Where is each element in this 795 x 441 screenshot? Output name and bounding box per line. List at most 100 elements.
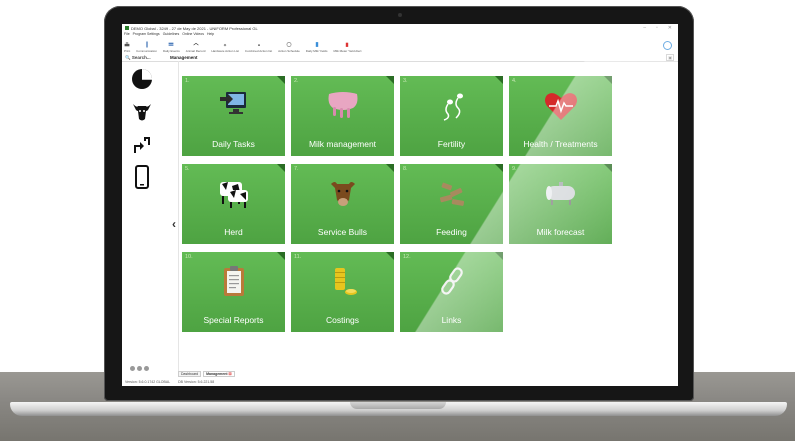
toolbar-label: Animal Record: [185, 49, 206, 53]
pin-icon[interactable]: ▣: [666, 54, 674, 61]
breadcrumb: Management: [170, 54, 198, 60]
tab-label: Management: [206, 372, 228, 376]
toolbar-label: Communication: [136, 49, 158, 53]
tile-label: Milk forecast: [536, 227, 585, 237]
tile-daily-tasks[interactable]: 1. Daily Tasks: [182, 76, 285, 156]
tile-label: Milk management: [308, 139, 377, 149]
tile-number: 4.: [512, 78, 517, 84]
shortcut-dot-icon[interactable]: [144, 366, 149, 371]
tile-fertility[interactable]: 3. Fertility: [400, 76, 503, 156]
sperm-icon: [443, 93, 463, 121]
tile-label: Special Reports: [203, 315, 264, 325]
toolbar-daily-events-button[interactable]: Daily Events: [163, 41, 180, 53]
tile-feeding[interactable]: 8. Feeding: [400, 164, 503, 244]
search-input[interactable]: 🔍 Search...: [125, 55, 151, 61]
shortcut-dot-icon[interactable]: [137, 366, 142, 371]
tile-label: Service Bulls: [317, 227, 368, 237]
toolbar: Print Communication Daily Events Animal …: [124, 39, 361, 53]
mobile-phone-icon[interactable]: [130, 165, 154, 189]
tile-number: 5.: [185, 166, 190, 172]
toolbar-yield-alert-button[interactable]: Milk Meter Yield Alert: [333, 41, 361, 53]
cows-icon: [220, 182, 248, 208]
animal-record-icon: [192, 42, 199, 46]
toolbar-communication-button[interactable]: Communication: [136, 41, 157, 53]
bottom-tabs: Dashboard Management ☒: [178, 371, 235, 377]
tile-number: 1.: [185, 78, 190, 84]
tile-costings[interactable]: 11. Costings: [291, 252, 394, 332]
dashboard-pie-icon[interactable]: [130, 67, 154, 91]
tile-health-treatments[interactable]: 4. Health / Treatments: [509, 76, 612, 156]
window-title: DEMO Global - 3249 - 27 de May de 2021 -…: [131, 25, 258, 31]
clock-icon: [286, 42, 292, 47]
combined-list-icon: [257, 44, 260, 46]
search-row: 🔍 Search... Management ▣: [122, 54, 678, 62]
left-nav: ‹: [122, 61, 179, 371]
coins-icon: [335, 268, 357, 295]
tile-label: Links: [441, 315, 462, 325]
milk-tank-icon: [546, 182, 575, 205]
db-version-text: DB Version: 5.6.221.58: [178, 380, 215, 384]
minimize-button[interactable]: –: [643, 25, 646, 31]
printer-icon: [124, 42, 130, 47]
bull-icon: [331, 182, 355, 206]
monitor-login-icon: [220, 92, 246, 114]
toolbar-hardware-button[interactable]: Hardware Action List: [211, 41, 239, 53]
tile-label: Fertility: [437, 139, 466, 149]
toolbar-milk-yields-button[interactable]: Daily Milk Yields: [305, 41, 328, 53]
tile-label: Feeding: [436, 227, 467, 237]
toolbar-animal-record-button[interactable]: Animal Record: [185, 41, 206, 53]
tab-management[interactable]: Management ☒: [203, 371, 235, 377]
chain-link-icon: [441, 267, 463, 295]
toolbar-combined-list-button[interactable]: Combined Action list: [245, 41, 272, 53]
bottom-shortcuts: [130, 366, 149, 371]
tile-number: 7.: [294, 166, 299, 172]
tile-label: Health / Treatments: [523, 139, 598, 149]
alert-icon: [346, 42, 349, 47]
search-placeholder: Search...: [131, 54, 151, 60]
tile-milk-forecast[interactable]: 9. Milk forecast: [509, 164, 612, 244]
maximize-button[interactable]: ▫: [656, 25, 658, 31]
collapse-chevron-icon[interactable]: ‹: [172, 217, 176, 231]
menu-guidelines[interactable]: Guidelines: [163, 32, 180, 38]
clipboard-icon: [224, 266, 244, 296]
tile-number: 8.: [403, 166, 408, 172]
toolbar-print-button[interactable]: Print: [124, 41, 130, 53]
tile-number: 12.: [403, 254, 411, 260]
feed-bales-icon: [439, 182, 465, 206]
status-bar: Version: 5.6.0.1742 GLOBAL DB Version: 5…: [122, 378, 678, 386]
toolbar-action-schedule-button[interactable]: Action Schedule: [278, 41, 300, 53]
webcam: [398, 13, 402, 17]
toolbar-label: Daily Events: [163, 49, 180, 53]
tab-close-icon[interactable]: ☒: [229, 372, 232, 376]
cow-head-icon[interactable]: [130, 99, 154, 123]
app-logo-icon: [125, 26, 129, 30]
transfer-icon[interactable]: [130, 133, 154, 157]
toolbar-label: Daily Milk Yields: [305, 49, 328, 53]
tile-number: 2.: [294, 78, 299, 84]
help-icon[interactable]: [663, 41, 672, 50]
toolbar-label: Print: [124, 49, 131, 53]
menu-help[interactable]: Help: [207, 32, 214, 38]
udder-icon: [328, 92, 358, 118]
tile-label: Daily Tasks: [212, 139, 255, 149]
tile-label: Herd: [224, 227, 243, 237]
tile-number: 10.: [185, 254, 193, 260]
tab-dashboard[interactable]: Dashboard: [178, 371, 202, 377]
tile-number: 9.: [512, 166, 517, 172]
close-button[interactable]: ✕: [668, 25, 672, 31]
menu-bar: File Program Settings Guidelines Online …: [124, 32, 214, 38]
menu-program-settings[interactable]: Program Settings: [133, 32, 160, 38]
daily-events-icon: [168, 42, 174, 46]
tile-label: Costings: [325, 315, 360, 325]
tile-links[interactable]: 12. Links: [400, 252, 503, 332]
menu-file[interactable]: File: [124, 32, 130, 38]
tile-herd[interactable]: 5. Herd: [182, 164, 285, 244]
window-controls: – ▫ ✕: [643, 25, 672, 31]
shortcut-dot-icon[interactable]: [130, 366, 135, 371]
tile-special-reports[interactable]: 10. Special Reports: [182, 252, 285, 332]
tile-milk-management[interactable]: 2. Milk management: [291, 76, 394, 156]
toolbar-label: Milk Meter Yield Alert: [333, 49, 362, 53]
menu-online-videos[interactable]: Online Videos: [182, 32, 204, 38]
tile-service-bulls[interactable]: 7. Service Bulls: [291, 164, 394, 244]
heart-icon: [545, 93, 577, 120]
